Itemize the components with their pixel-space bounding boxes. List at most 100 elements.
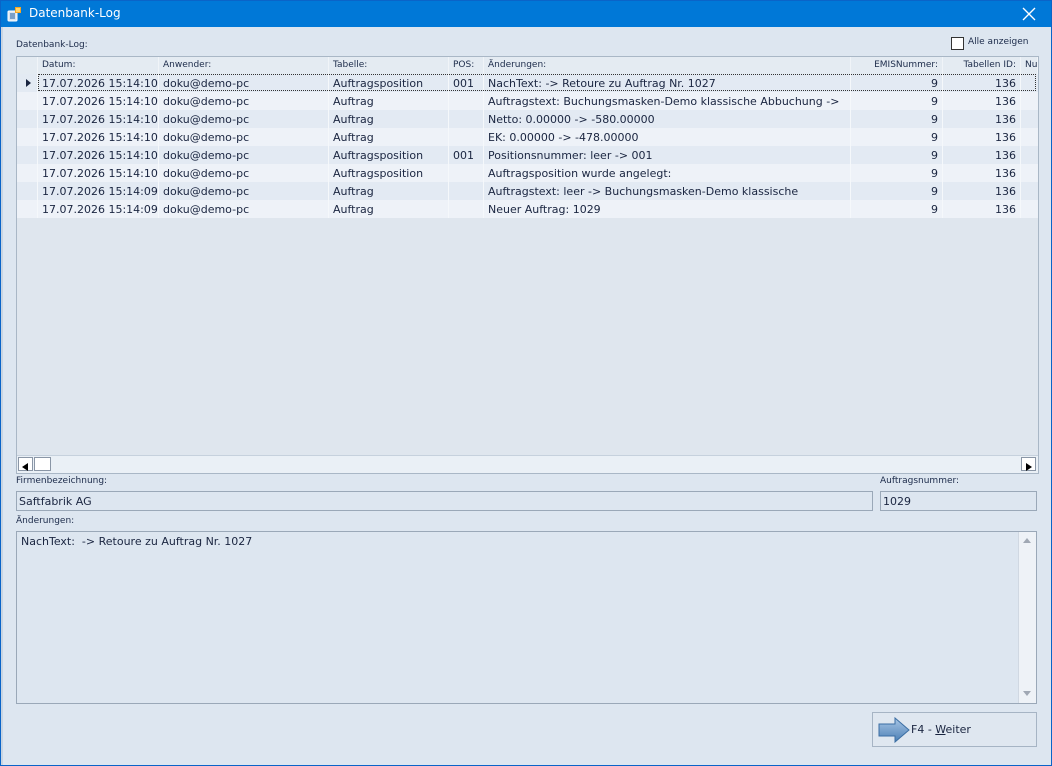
weiter-button[interactable]: F4 - Weiter xyxy=(872,712,1037,747)
arrow-down-icon xyxy=(1023,691,1031,696)
table-cell: Auftragsposition xyxy=(329,146,449,164)
column-header[interactable]: EMISNummer: xyxy=(851,57,943,74)
table-row[interactable]: 17.07.2026 15:14:10 doku@demo-pc Auftrag EK… xyxy=(17,128,1038,146)
weiter-shortcut: F4 - xyxy=(911,723,936,736)
table-cell: Auftragstext: leer -> Buchungsmasken-Dem… xyxy=(484,182,851,200)
changes-text: NachText: -> Retoure zu Auftrag Nr. 1027 xyxy=(21,535,253,548)
table-cell: EK: 0.00000 -> -478.00000 xyxy=(484,128,851,146)
table-cell: Auftrag xyxy=(329,182,449,200)
table-cell: 17.07.2026 15:14:10 xyxy=(38,74,159,92)
table-cell: Auftrag xyxy=(329,92,449,110)
table-cell: doku@demo-pc xyxy=(159,182,329,200)
scroll-right-button[interactable] xyxy=(1021,457,1036,471)
table-cell xyxy=(449,128,484,146)
row-indicator[interactable] xyxy=(17,110,38,128)
table-row[interactable]: 17.07.2026 15:14:10 doku@demo-pc Auftrag Au… xyxy=(17,92,1038,110)
table-cell: Positionsnummer: leer -> 001 xyxy=(484,146,851,164)
row-indicator[interactable] xyxy=(17,182,38,200)
table-cell: doku@demo-pc xyxy=(159,200,329,218)
table-cell: 17.07.2026 15:14:10 xyxy=(38,92,159,110)
order-number-field[interactable]: 1029 xyxy=(880,491,1037,511)
changes-memo[interactable]: NachText: -> Retoure zu Auftrag Nr. 1027 xyxy=(16,531,1037,704)
table-cell: 9 xyxy=(851,146,943,164)
table-cell xyxy=(449,182,484,200)
table-cell: 136 xyxy=(943,182,1021,200)
row-indicator[interactable] xyxy=(17,200,38,218)
column-header[interactable]: Tabellen ID: xyxy=(943,57,1021,74)
table-cell: Auftragsposition wurde angelegt: xyxy=(484,164,851,182)
table-cell: Auftrag xyxy=(329,110,449,128)
table-cell: 136 xyxy=(943,164,1021,182)
arrow-right-small-icon xyxy=(1026,463,1032,471)
table-cell: doku@demo-pc xyxy=(159,146,329,164)
table-cell: Auftragsposition xyxy=(329,164,449,182)
table-cell: 001 xyxy=(449,74,484,92)
table-cell xyxy=(449,164,484,182)
table-cell: 9 xyxy=(851,164,943,182)
table-cell: Auftragstext: Buchungsmasken-Demo klassi… xyxy=(484,92,851,110)
arrow-right-icon xyxy=(878,716,910,747)
table-cell: 17.07.2026 15:14:09 xyxy=(38,182,159,200)
weiter-accelerator: W xyxy=(935,723,946,736)
column-header[interactable]: Datum: xyxy=(38,57,159,74)
checkbox-box[interactable] xyxy=(951,37,964,50)
table-cell: 136 xyxy=(943,200,1021,218)
table-cell: NachText: -> Retoure zu Auftrag Nr. 1027 xyxy=(484,74,851,92)
table-cell: 136 xyxy=(943,74,1021,92)
grid-header: Datum: Anwender: Tabelle: POS: Änderungen: EM… xyxy=(17,57,1038,74)
weiter-text: eiter xyxy=(945,723,971,736)
row-indicator[interactable] xyxy=(17,128,38,146)
table-cell: 17.07.2026 15:14:10 xyxy=(38,164,159,182)
table-cell: 001 xyxy=(449,146,484,164)
datenbank-log-window: Datenbank-Log Datenbank-Log: Alle anzeig… xyxy=(0,0,1052,766)
weiter-label: F4 - Weiter xyxy=(911,723,971,736)
table-cell: 136 xyxy=(943,92,1021,110)
grid-label: Datenbank-Log: xyxy=(16,40,88,50)
table-cell: 17.07.2026 15:14:10 xyxy=(38,146,159,164)
row-indicator[interactable] xyxy=(17,164,38,182)
table-cell: 9 xyxy=(851,92,943,110)
arrow-left-icon xyxy=(22,463,28,471)
column-header[interactable]: Nu xyxy=(1021,57,1038,74)
column-header[interactable]: Änderungen: xyxy=(484,57,851,74)
table-cell xyxy=(449,200,484,218)
window-edge xyxy=(1,27,3,765)
row-indicator[interactable] xyxy=(17,146,38,164)
row-indicator[interactable] xyxy=(17,74,38,92)
table-row[interactable]: 17.07.2026 15:14:09 doku@demo-pc Auftrag Au… xyxy=(17,182,1038,200)
table-cell: 136 xyxy=(943,110,1021,128)
column-header[interactable]: Tabelle: xyxy=(329,57,449,74)
table-cell: doku@demo-pc xyxy=(159,74,329,92)
table-row[interactable]: 17.07.2026 15:14:10 doku@demo-pc Auftragsp… xyxy=(17,164,1038,182)
table-cell: 9 xyxy=(851,110,943,128)
close-button[interactable] xyxy=(1007,1,1051,27)
table-row[interactable]: 17.07.2026 15:14:10 doku@demo-pc Auftragsp… xyxy=(17,74,1038,92)
table-row[interactable]: 17.07.2026 15:14:10 doku@demo-pc Auftragsp… xyxy=(17,146,1038,164)
title-bar[interactable]: Datenbank-Log xyxy=(1,1,1051,27)
log-grid[interactable]: Datum: Anwender: Tabelle: POS: Änderungen: EM… xyxy=(16,56,1039,474)
table-cell: 136 xyxy=(943,146,1021,164)
table-cell: 9 xyxy=(851,128,943,146)
changes-label: Änderungen: xyxy=(16,516,75,526)
scroll-left-button[interactable] xyxy=(18,457,33,471)
table-cell: 9 xyxy=(851,200,943,218)
table-cell: 9 xyxy=(851,182,943,200)
column-header[interactable]: Anwender: xyxy=(159,57,329,74)
column-header[interactable]: POS: xyxy=(449,57,484,74)
scroll-thumb[interactable] xyxy=(34,457,51,471)
horizontal-scrollbar[interactable] xyxy=(17,455,1038,473)
close-icon xyxy=(1022,7,1036,21)
vertical-scrollbar[interactable] xyxy=(1018,532,1036,703)
table-cell: Neuer Auftrag: 1029 xyxy=(484,200,851,218)
firm-field[interactable]: Saftfabrik AG xyxy=(16,491,873,511)
table-row[interactable]: 17.07.2026 15:14:10 doku@demo-pc Auftrag Ne… xyxy=(17,110,1038,128)
table-cell: Auftragsposition xyxy=(329,74,449,92)
window-title: Datenbank-Log xyxy=(29,6,121,20)
table-cell: 17.07.2026 15:14:09 xyxy=(38,200,159,218)
row-pointer-icon xyxy=(26,79,31,87)
table-cell: 17.07.2026 15:14:10 xyxy=(38,110,159,128)
row-indicator[interactable] xyxy=(17,92,38,110)
table-cell xyxy=(449,110,484,128)
firm-label: Firmenbezeichnung: xyxy=(16,476,108,486)
table-row[interactable]: 17.07.2026 15:14:09 doku@demo-pc Auftrag Ne… xyxy=(17,200,1038,218)
